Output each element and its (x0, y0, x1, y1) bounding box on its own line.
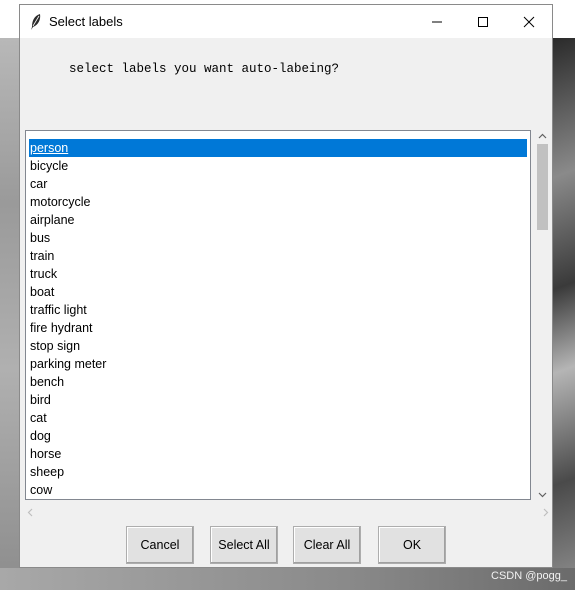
vertical-scrollbar[interactable] (534, 130, 551, 502)
scroll-right-arrow-icon[interactable] (543, 508, 549, 517)
clear-all-button[interactable]: Clear All (293, 526, 361, 564)
list-item[interactable]: horse (29, 445, 527, 463)
labels-listbox[interactable]: person bicycle car motorcycle airplane bus tra… (25, 130, 531, 500)
list-item[interactable]: car (29, 175, 527, 193)
list-item[interactable]: bus (29, 229, 527, 247)
list-item[interactable]: truck (29, 265, 527, 283)
title-bar[interactable]: Select labels (20, 5, 552, 38)
select-all-button[interactable]: Select All (210, 526, 278, 564)
select-labels-dialog: Select labels select labels you want aut… (19, 4, 553, 568)
list-item[interactable]: airplane (29, 211, 527, 229)
close-icon (523, 16, 535, 27)
list-item[interactable]: sheep (29, 463, 527, 481)
watermark: CSDN @pogg_ (491, 570, 567, 582)
background-left (0, 38, 20, 590)
list-item[interactable]: traffic light (29, 301, 527, 319)
list-item[interactable]: dog (29, 427, 527, 445)
background-bottom (0, 568, 575, 590)
list-item[interactable]: parking meter (29, 355, 527, 373)
list-item[interactable]: boat (29, 283, 527, 301)
close-button[interactable] (506, 5, 552, 38)
list-item[interactable]: motorcycle (29, 193, 527, 211)
feather-icon (31, 14, 41, 30)
scroll-up-arrow-icon[interactable] (538, 133, 547, 139)
maximize-icon (478, 16, 488, 27)
scroll-down-arrow-icon[interactable] (538, 492, 547, 498)
list-item[interactable]: fire hydrant (29, 319, 527, 337)
list-item[interactable]: bench (29, 373, 527, 391)
maximize-button[interactable] (460, 5, 506, 38)
minimize-icon (432, 21, 442, 22)
list-item[interactable]: cat (29, 409, 527, 427)
scroll-left-arrow-icon[interactable] (27, 508, 33, 517)
scrollbar-thumb[interactable] (537, 144, 548, 230)
list-item[interactable]: person (29, 139, 527, 157)
horizontal-scrollbar[interactable] (25, 504, 551, 521)
window-title: Select labels (49, 14, 123, 29)
ok-button[interactable]: OK (378, 526, 446, 564)
list-item[interactable]: bicycle (29, 157, 527, 175)
cancel-button[interactable]: Cancel (126, 526, 194, 564)
minimize-button[interactable] (414, 5, 460, 38)
list-item[interactable]: stop sign (29, 337, 527, 355)
background-right (552, 38, 575, 590)
list-item[interactable]: bird (29, 391, 527, 409)
list-item[interactable]: cow (29, 481, 527, 499)
list-item[interactable]: train (29, 247, 527, 265)
prompt-text: select labels you want auto-labeing? (69, 62, 340, 76)
